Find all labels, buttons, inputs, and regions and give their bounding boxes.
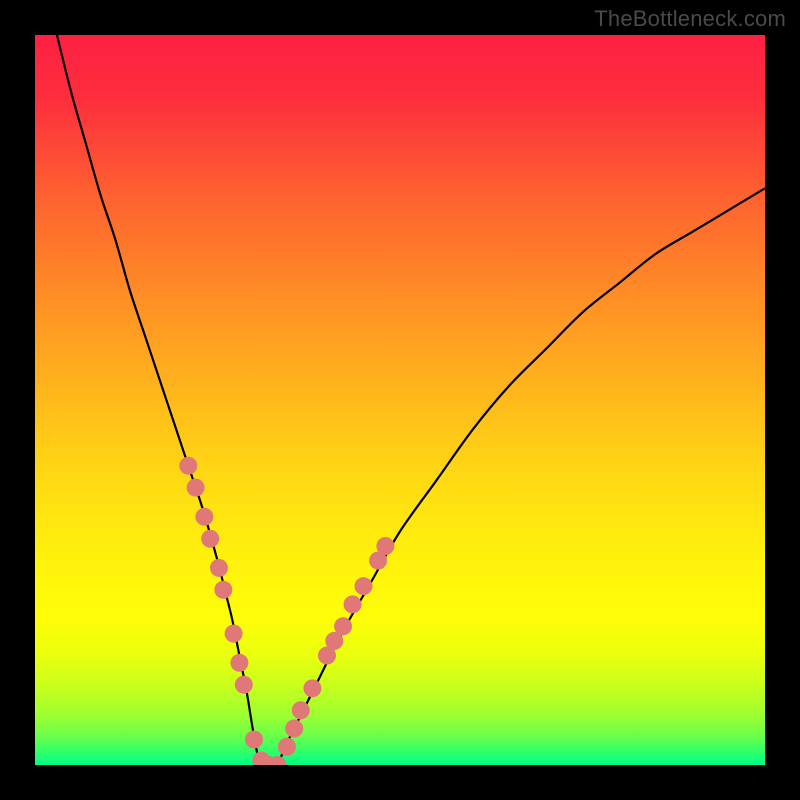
curve-marker bbox=[214, 581, 232, 599]
curve-marker bbox=[278, 738, 296, 756]
curve-marker bbox=[187, 479, 205, 497]
bottleneck-curve bbox=[57, 35, 765, 765]
chart-container: TheBottleneck.com bbox=[0, 0, 800, 800]
curve-marker bbox=[355, 577, 373, 595]
curve-marker bbox=[292, 701, 310, 719]
curve-marker bbox=[285, 720, 303, 738]
curve-marker bbox=[235, 676, 253, 694]
chart-overlay bbox=[35, 35, 765, 765]
curve-marker bbox=[201, 530, 219, 548]
watermark-label: TheBottleneck.com bbox=[594, 6, 786, 32]
curve-markers bbox=[179, 457, 394, 765]
curve-marker bbox=[230, 654, 248, 672]
curve-marker bbox=[376, 537, 394, 555]
curve-marker bbox=[179, 457, 197, 475]
curve-marker bbox=[344, 595, 362, 613]
curve-marker bbox=[303, 679, 321, 697]
curve-marker bbox=[334, 617, 352, 635]
curve-marker bbox=[210, 559, 228, 577]
plot-area bbox=[35, 35, 765, 765]
curve-marker bbox=[225, 625, 243, 643]
curve-marker bbox=[245, 730, 263, 748]
curve-marker bbox=[195, 508, 213, 526]
